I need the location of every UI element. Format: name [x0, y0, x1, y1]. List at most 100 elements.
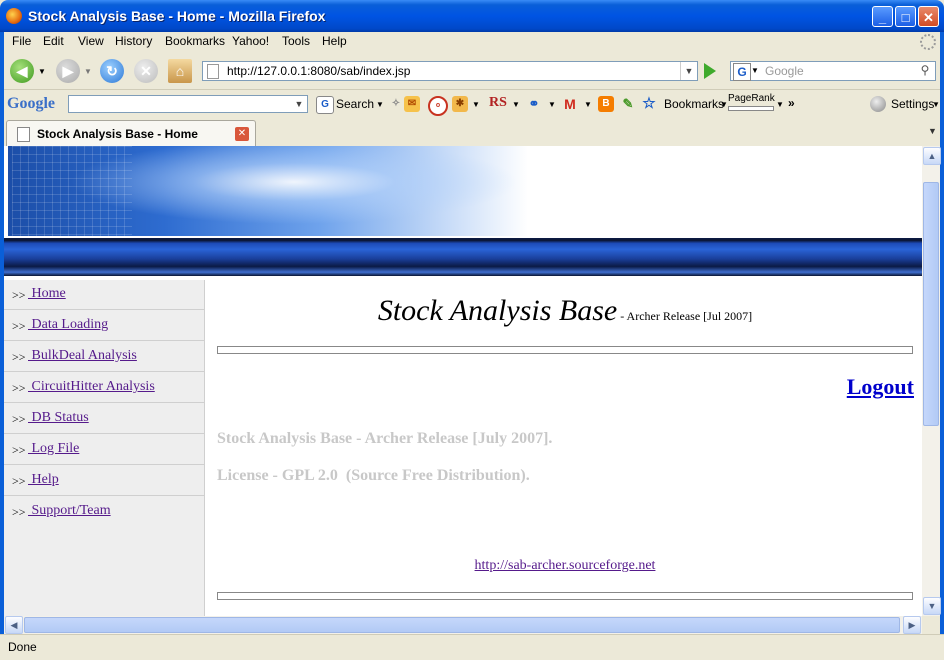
- highlight-icon[interactable]: ✧: [388, 96, 404, 112]
- back-icon[interactable]: ◀: [10, 59, 34, 83]
- rs-button[interactable]: RS: [489, 95, 507, 111]
- scroll-right-icon[interactable]: ▶: [903, 616, 921, 634]
- nav-link-db-status[interactable]: DB Status: [28, 410, 89, 426]
- nav-link-bulkdeal-analysis[interactable]: BulkDeal Analysis: [28, 348, 137, 364]
- menu-bookmarks[interactable]: Bookmarks: [165, 34, 225, 48]
- close-button[interactable]: ✕: [918, 6, 939, 27]
- nav-item-bulkdeal-analysis[interactable]: >> BulkDeal Analysis: [4, 342, 204, 372]
- more-chevron[interactable]: »: [788, 96, 795, 110]
- menu-edit[interactable]: Edit: [43, 34, 64, 48]
- search-options-dropdown-icon[interactable]: ▼: [376, 100, 384, 109]
- banner-grid-pattern: [12, 146, 132, 236]
- pagerank-bar: [728, 106, 774, 111]
- minimize-button[interactable]: _: [872, 6, 893, 27]
- maximize-button[interactable]: □: [895, 6, 916, 27]
- puzzle-icon[interactable]: ✱: [452, 96, 468, 112]
- bookmarks-button[interactable]: Bookmarks: [664, 97, 724, 111]
- nav-item-data-loading[interactable]: >> Data Loading: [4, 311, 204, 341]
- link-icon[interactable]: ⚭: [526, 96, 542, 112]
- blogger-icon[interactable]: B: [598, 96, 614, 112]
- nav-item-log-file[interactable]: >> Log File: [4, 435, 204, 465]
- address-bar[interactable]: http://127.0.0.1:8080/sab/index.jsp ▼: [202, 61, 698, 81]
- navigation-toolbar: ◀ ▼ ▶ ▼ ↻ ✕ ⌂ http://127.0.0.1:8080/sab/…: [4, 53, 940, 90]
- google-g-icon[interactable]: G: [316, 96, 334, 114]
- search-engine-dropdown-icon[interactable]: ▼: [751, 66, 759, 75]
- menu-yahoo[interactable]: Yahoo!: [232, 34, 269, 48]
- google-search-button[interactable]: Search: [336, 97, 374, 111]
- gmail-icon[interactable]: M: [562, 96, 578, 112]
- pagerank-label[interactable]: PageRank: [728, 93, 775, 104]
- nav-item-circuithitter-analysis[interactable]: >> CircuitHitter Analysis: [4, 373, 204, 403]
- nav-item-home[interactable]: >> Home: [4, 280, 204, 310]
- search-placeholder: Google: [765, 64, 804, 78]
- nav-link-circuithitter-analysis[interactable]: CircuitHitter Analysis: [28, 379, 155, 395]
- url-dropdown-icon[interactable]: ▼: [680, 62, 697, 80]
- app-title-main: Stock Analysis Base: [377, 294, 618, 327]
- magnifier-icon[interactable]: ⚲: [917, 63, 933, 79]
- document-icon: [17, 127, 30, 142]
- forward-history-dropdown-icon[interactable]: ▼: [84, 67, 92, 76]
- google-search-dropdown-icon[interactable]: ▼: [291, 96, 307, 112]
- forward-icon[interactable]: ▶: [56, 59, 80, 83]
- menu-file[interactable]: File: [12, 34, 31, 48]
- project-url-link[interactable]: http://sab-archer.sourceforge.net: [205, 558, 922, 574]
- link-dropdown-icon[interactable]: ▼: [548, 100, 556, 109]
- nav-link-help[interactable]: Help: [28, 472, 59, 488]
- menu-history[interactable]: History: [115, 34, 152, 48]
- vertical-scrollbar[interactable]: ▲ ▼: [922, 146, 941, 616]
- nav-arrow: >>: [12, 474, 26, 488]
- nav-item-db-status[interactable]: >> DB Status: [4, 404, 204, 434]
- window-title: Stock Analysis Base - Home - Mozilla Fir…: [28, 8, 326, 24]
- pagerank-dropdown-icon[interactable]: ▼: [776, 100, 784, 109]
- settings-icon[interactable]: [870, 96, 886, 112]
- gmail-dropdown-icon[interactable]: ▼: [584, 100, 592, 109]
- nav-link-data-loading[interactable]: Data Loading: [28, 317, 109, 333]
- star-icon[interactable]: ☆: [641, 96, 657, 112]
- reload-icon[interactable]: ↻: [100, 59, 124, 83]
- puzzle-dropdown-icon[interactable]: ▼: [472, 100, 480, 109]
- nav-item-support-team[interactable]: >> Support/Team: [4, 497, 204, 527]
- settings-dropdown-icon[interactable]: ▼: [932, 100, 940, 109]
- nav-link-home[interactable]: Home: [28, 286, 66, 302]
- nav-item-help[interactable]: >> Help: [4, 466, 204, 496]
- search-engine-icon[interactable]: G: [733, 63, 751, 81]
- menu-tools[interactable]: Tools: [282, 34, 310, 48]
- back-history-dropdown-icon[interactable]: ▼: [38, 67, 46, 76]
- settings-button[interactable]: Settings: [891, 97, 934, 111]
- scroll-up-icon[interactable]: ▲: [923, 147, 941, 165]
- tab-list-dropdown-icon[interactable]: ▼: [928, 126, 937, 136]
- nav-link-support-team[interactable]: Support/Team: [28, 503, 111, 519]
- scroll-down-icon[interactable]: ▼: [923, 597, 941, 615]
- google-logo[interactable]: Google: [7, 95, 55, 113]
- rs-dropdown-icon[interactable]: ▼: [512, 100, 520, 109]
- firefox-logo-icon: [6, 8, 22, 24]
- tab-close-icon[interactable]: ✕: [235, 127, 249, 141]
- menu-help[interactable]: Help: [322, 34, 347, 48]
- home-icon[interactable]: ⌂: [168, 59, 192, 83]
- go-icon[interactable]: [704, 63, 716, 79]
- window-border-right: [940, 32, 944, 659]
- google-search-input[interactable]: ▼: [68, 95, 308, 113]
- vertical-scroll-thumb[interactable]: [923, 182, 939, 426]
- nav-arrow: >>: [12, 288, 26, 302]
- banner-band: [4, 238, 922, 276]
- logout-link[interactable]: Logout: [847, 374, 914, 400]
- bookmarks-dropdown-icon[interactable]: ▼: [720, 100, 728, 109]
- license-text: License - GPL 2.0 (Source Free Distribut…: [217, 467, 530, 484]
- menu-view[interactable]: View: [78, 34, 104, 48]
- horizontal-scrollbar[interactable]: ◀ ▶: [4, 616, 922, 634]
- sidebar-nav: >> Home >> Data Loading >> BulkDeal Anal…: [4, 280, 205, 616]
- search-box[interactable]: G ▼ Google ⚲: [730, 61, 936, 81]
- orkut-icon[interactable]: o: [428, 96, 448, 116]
- tab-home[interactable]: Stock Analysis Base - Home ✕: [6, 120, 256, 147]
- nav-arrow: >>: [12, 350, 26, 364]
- nav-arrow: >>: [12, 412, 26, 426]
- nav-link-log-file[interactable]: Log File: [28, 441, 80, 457]
- stop-icon[interactable]: ✕: [134, 59, 158, 83]
- horizontal-scroll-thumb[interactable]: [24, 617, 900, 633]
- pen-icon[interactable]: ✎: [620, 96, 636, 112]
- menu-bar: File Edit View History Bookmarks Yahoo! …: [4, 32, 940, 52]
- window-title-bar[interactable]: Stock Analysis Base - Home - Mozilla Fir…: [0, 0, 944, 32]
- scroll-left-icon[interactable]: ◀: [5, 616, 23, 634]
- news-icon[interactable]: ✉: [404, 96, 420, 112]
